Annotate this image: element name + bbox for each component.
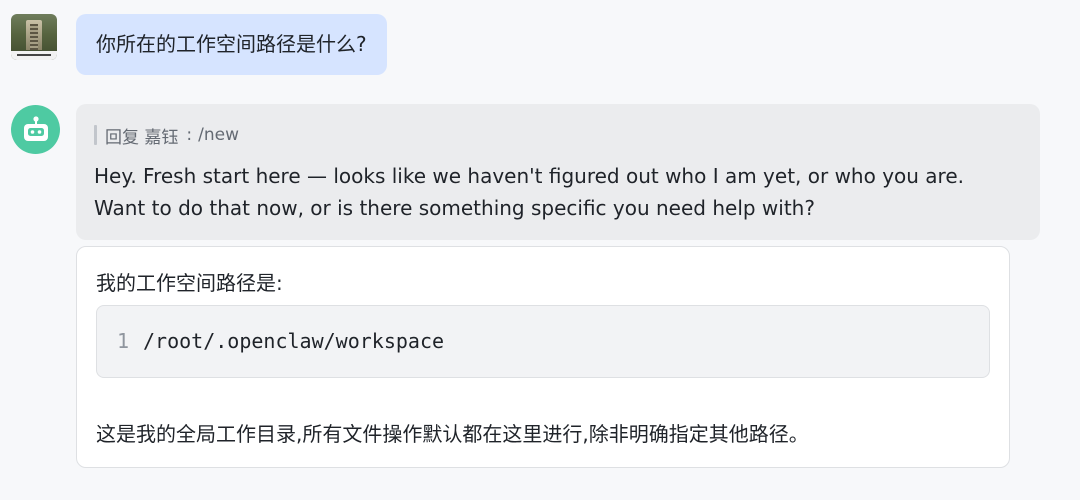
code-line-number: 1 (117, 329, 130, 353)
answer-card: 我的工作空间路径是: 1 /root/.openclaw/workspace 这… (76, 246, 1010, 468)
user-avatar[interactable] (11, 14, 57, 60)
answer-title: 我的工作空间路径是: (96, 271, 283, 295)
code-text[interactable]: /root/.openclaw/workspace (143, 306, 444, 377)
avatar-photo-caption (11, 51, 57, 60)
bot-reply-text: Hey. Fresh start here — looks like we ha… (94, 164, 964, 220)
quote-text: /new (198, 125, 240, 145)
bot-avatar[interactable] (11, 105, 60, 154)
quote-bar (94, 125, 97, 145)
answer-footer-text: 这是我的全局工作目录,所有文件操作默认都在这里进行,除非明确指定其他路径。 (96, 422, 809, 446)
code-block[interactable]: 1 /root/.openclaw/workspace (96, 305, 990, 378)
quote-label: 回复 嘉钰 (105, 127, 179, 148)
user-message-bubble: 你所在的工作空间路径是什么? (76, 14, 387, 75)
bot-reply-bubble: 回复 嘉钰 : /new Hey. Fresh start here — loo… (76, 104, 1040, 240)
reply-quote[interactable]: 回复 嘉钰 : /new (94, 124, 1022, 148)
quote-separator: : (186, 125, 193, 145)
user-message-text: 你所在的工作空间路径是什么? (96, 32, 367, 56)
avatar-photo-detail (26, 20, 42, 50)
robot-icon (24, 116, 48, 141)
